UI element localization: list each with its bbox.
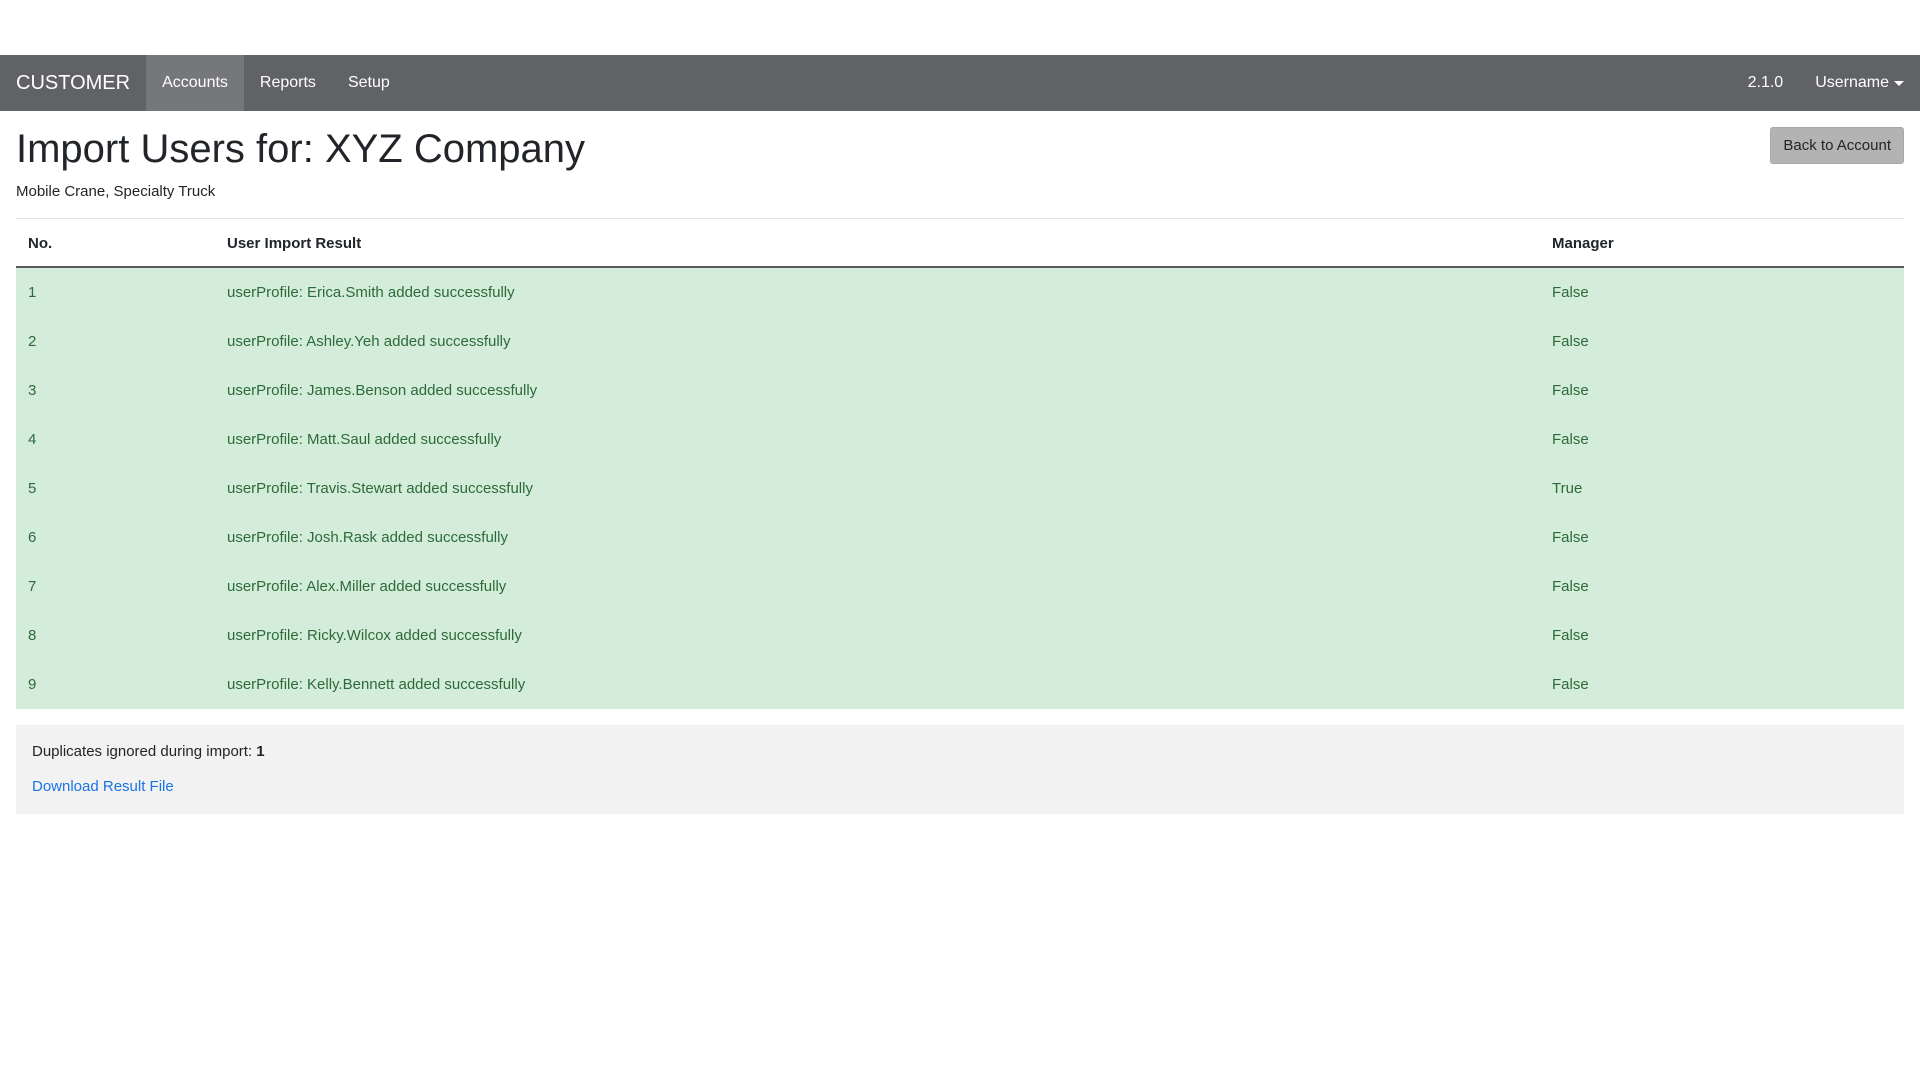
table-header-row: No. User Import Result Manager: [16, 219, 1904, 268]
cell-manager: False: [1540, 660, 1904, 709]
cell-no: 6: [16, 513, 215, 562]
cell-result: userProfile: Matt.Saul added successfull…: [215, 415, 1540, 464]
version-label: 2.1.0: [1747, 74, 1784, 91]
cell-manager: False: [1540, 415, 1904, 464]
nav-link-setup[interactable]: Setup: [332, 55, 406, 111]
nav-link-reports[interactable]: Reports: [244, 55, 332, 111]
cell-result: userProfile: Josh.Rask added successfull…: [215, 513, 1540, 562]
page-title: Import Users for: XYZ Company: [16, 127, 586, 171]
table-row: 9 userProfile: Kelly.Bennett added succe…: [16, 660, 1904, 709]
cell-manager: False: [1540, 611, 1904, 660]
table-row: 5 userProfile: Travis.Stewart added succ…: [16, 464, 1904, 513]
cell-result: userProfile: Kelly.Bennett added success…: [215, 660, 1540, 709]
cell-manager: False: [1540, 513, 1904, 562]
nav-link-accounts[interactable]: Accounts: [146, 55, 244, 111]
cell-result: userProfile: Ashley.Yeh added successful…: [215, 317, 1540, 366]
duplicates-label: Duplicates ignored during import:: [32, 743, 253, 760]
nav-right: 2.1.0 Username: [1732, 55, 1904, 111]
caret-down-icon: [1894, 80, 1904, 86]
cell-manager: True: [1540, 464, 1904, 513]
column-header-manager: Manager: [1540, 219, 1904, 268]
cell-no: 3: [16, 366, 215, 415]
user-menu-label: Username: [1815, 74, 1889, 91]
user-menu-dropdown[interactable]: Username: [1799, 55, 1904, 111]
table-row: 4 userProfile: Matt.Saul added successfu…: [16, 415, 1904, 464]
back-to-account-button[interactable]: Back to Account: [1770, 127, 1904, 164]
nav-left: CUSTOMER Accounts Reports Setup: [16, 55, 406, 111]
cell-no: 9: [16, 660, 215, 709]
cell-result: userProfile: Travis.Stewart added succes…: [215, 464, 1540, 513]
download-result-file-link[interactable]: Download Result File: [32, 778, 174, 795]
table-row: 7 userProfile: Alex.Miller added success…: [16, 562, 1904, 611]
cell-result: userProfile: Ricky.Wilcox added successf…: [215, 611, 1540, 660]
table-row: 2 userProfile: Ashley.Yeh added successf…: [16, 317, 1904, 366]
cell-manager: False: [1540, 366, 1904, 415]
cell-no: 4: [16, 415, 215, 464]
cell-manager: False: [1540, 317, 1904, 366]
brand-logo[interactable]: CUSTOMER: [16, 55, 146, 111]
cell-no: 2: [16, 317, 215, 366]
cell-result: userProfile: James.Benson added successf…: [215, 366, 1540, 415]
cell-result: userProfile: Erica.Smith added successfu…: [215, 267, 1540, 317]
table-row: 8 userProfile: Ricky.Wilcox added succes…: [16, 611, 1904, 660]
top-spacer: [0, 0, 1920, 55]
cell-manager: False: [1540, 267, 1904, 317]
page-header: Import Users for: XYZ Company Mobile Cra…: [16, 111, 1904, 219]
table-row: 6 userProfile: Josh.Rask added successfu…: [16, 513, 1904, 562]
table-row: 3 userProfile: James.Benson added succes…: [16, 366, 1904, 415]
cell-no: 7: [16, 562, 215, 611]
top-navbar: CUSTOMER Accounts Reports Setup 2.1.0 Us…: [0, 55, 1920, 111]
cell-manager: False: [1540, 562, 1904, 611]
cell-result: userProfile: Alex.Miller added successfu…: [215, 562, 1540, 611]
main-container: Import Users for: XYZ Company Mobile Cra…: [0, 111, 1920, 814]
cell-no: 5: [16, 464, 215, 513]
table-row: 1 userProfile: Erica.Smith added success…: [16, 267, 1904, 317]
duplicates-count: 1: [256, 743, 265, 760]
import-results-table: No. User Import Result Manager 1 userPro…: [16, 219, 1904, 709]
import-summary-panel: Duplicates ignored during import: 1 Down…: [16, 725, 1904, 814]
column-header-no: No.: [16, 219, 215, 268]
duplicates-summary: Duplicates ignored during import: 1: [32, 743, 1888, 760]
cell-no: 1: [16, 267, 215, 317]
cell-no: 8: [16, 611, 215, 660]
page-subtitle: Mobile Crane, Specialty Truck: [16, 183, 216, 200]
column-header-result: User Import Result: [215, 219, 1540, 268]
